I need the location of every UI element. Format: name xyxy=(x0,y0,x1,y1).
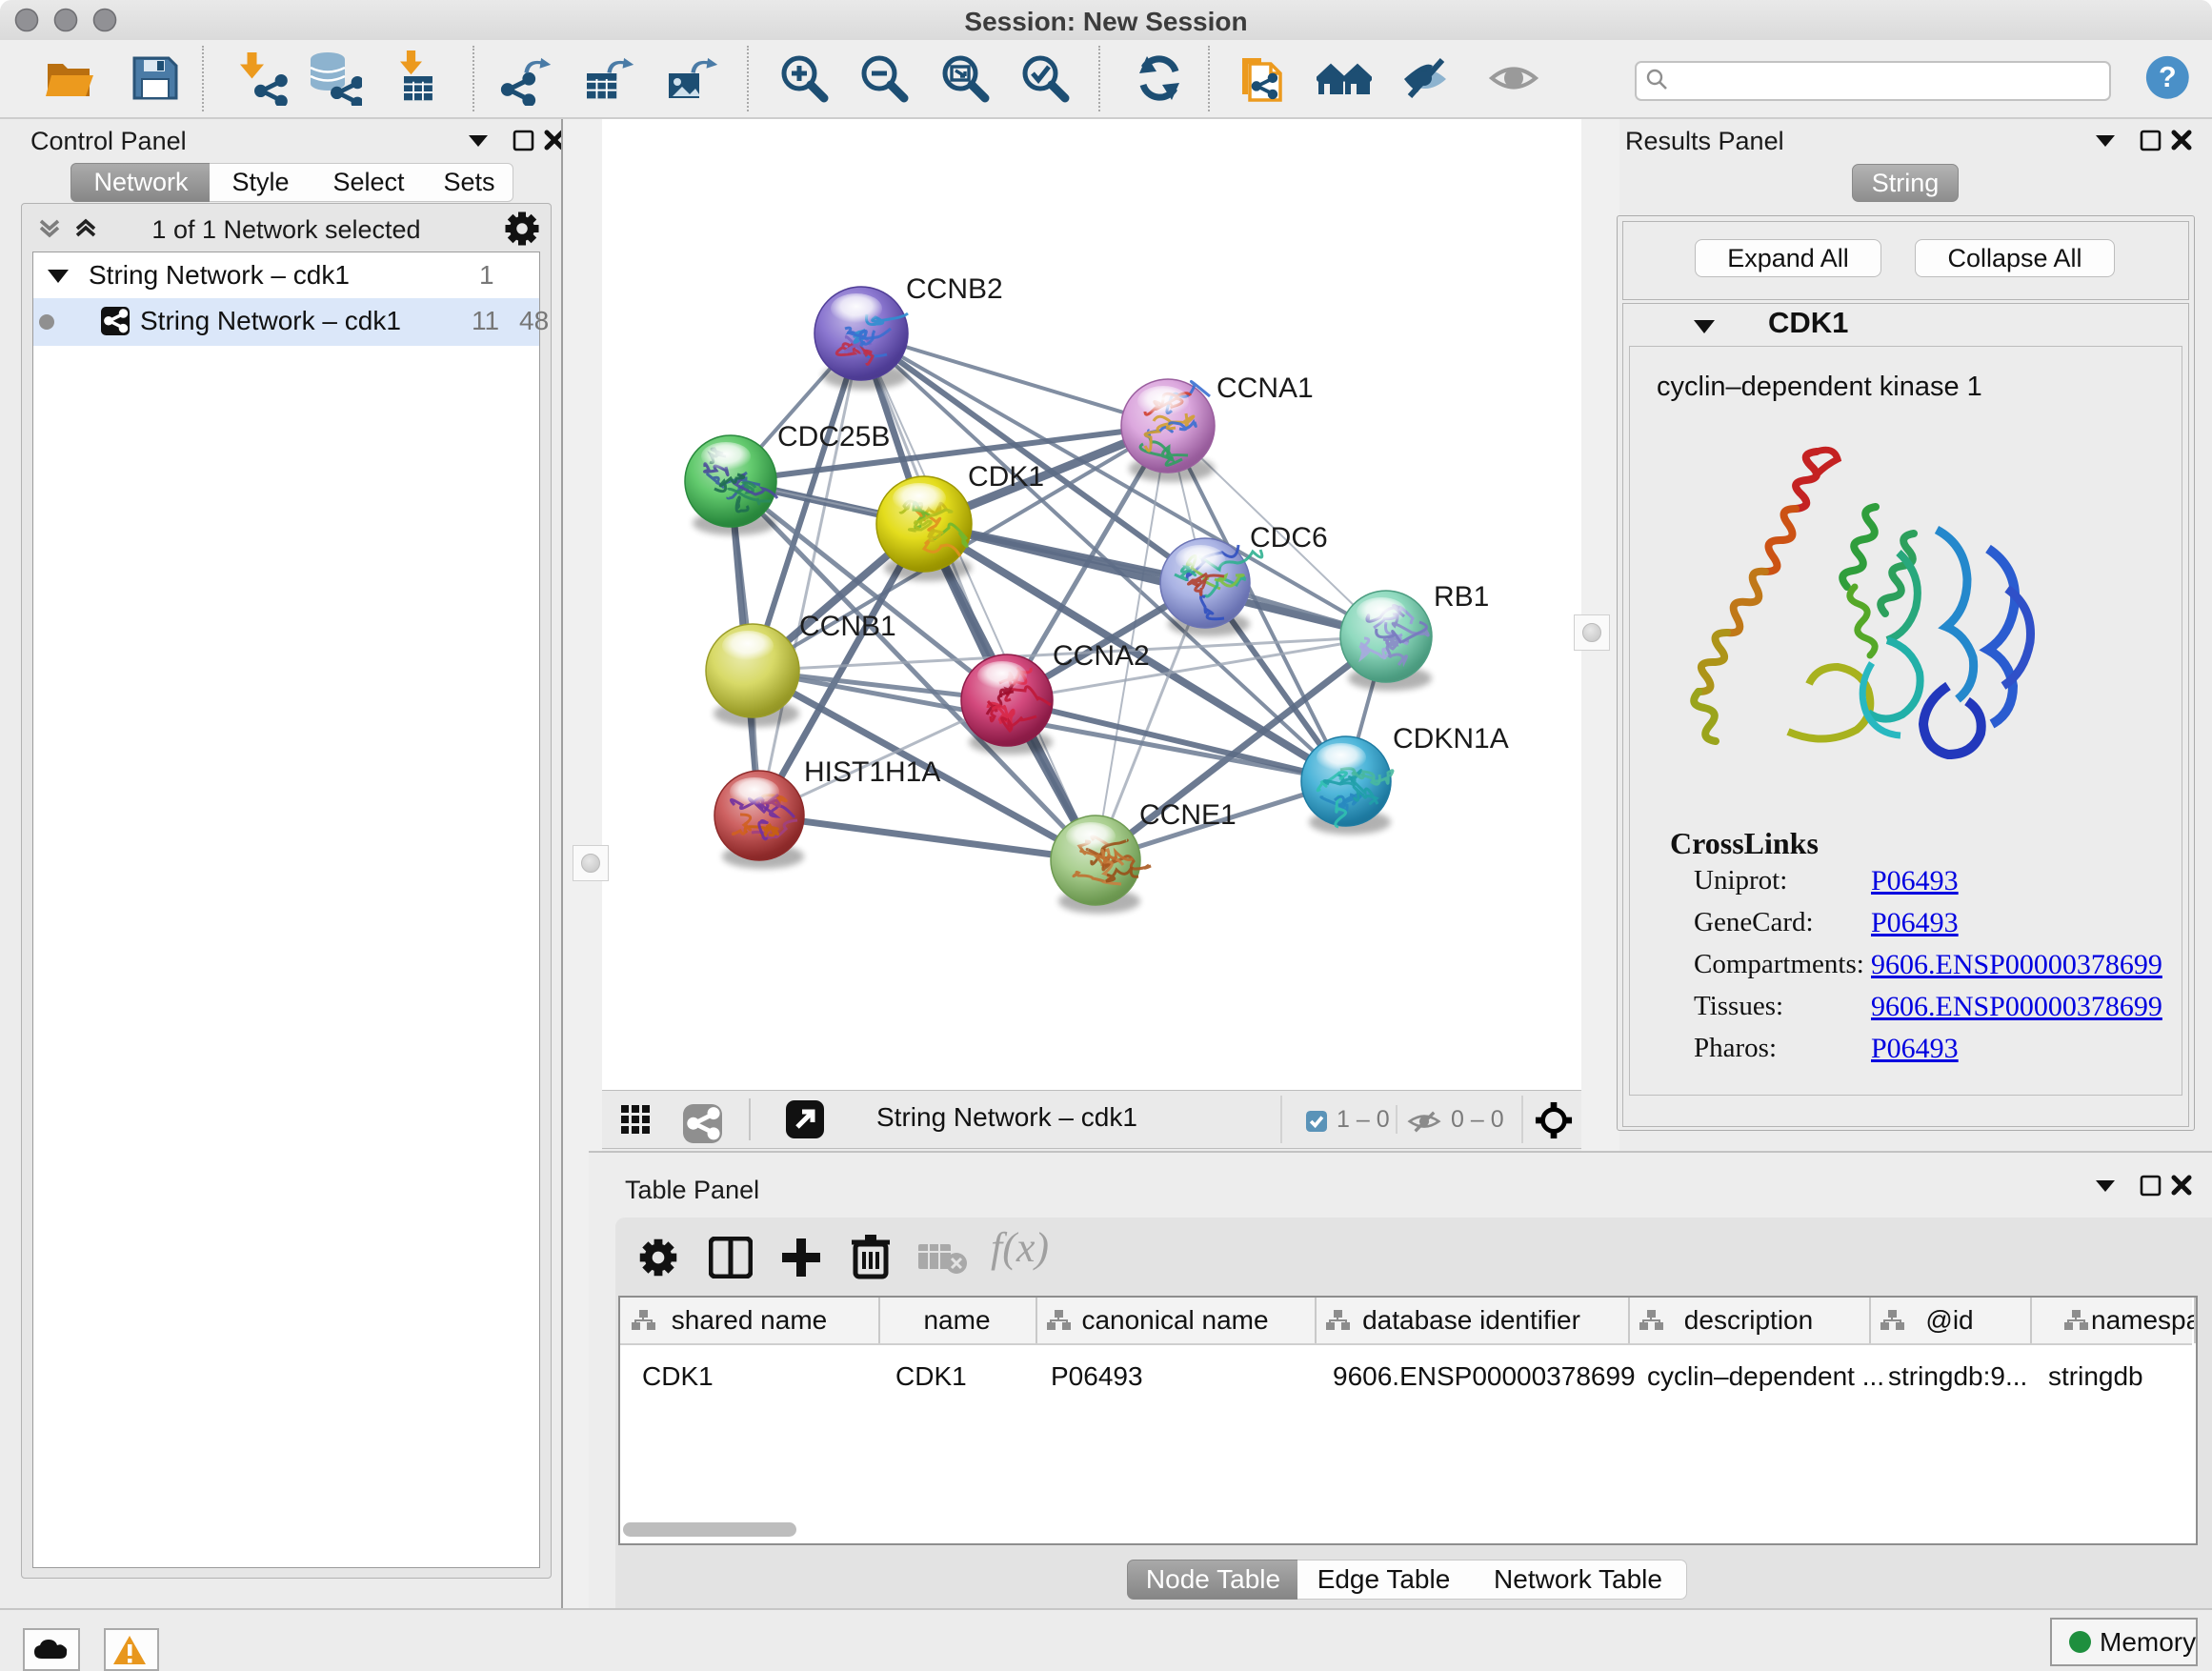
svg-text:CCNB1: CCNB1 xyxy=(799,611,896,642)
svg-text:RB1: RB1 xyxy=(1434,581,1489,613)
svg-text:CCNE1: CCNE1 xyxy=(1139,799,1237,831)
svg-text:HIST1H1A: HIST1H1A xyxy=(804,756,940,788)
svg-text:CDC25B: CDC25B xyxy=(777,421,890,453)
svg-text:CCNA1: CCNA1 xyxy=(1217,372,1314,404)
svg-text:CDK1: CDK1 xyxy=(968,461,1044,493)
svg-text:CCNB2: CCNB2 xyxy=(906,273,1003,305)
svg-text:CDC6: CDC6 xyxy=(1250,522,1328,554)
svg-text:CDKN1A: CDKN1A xyxy=(1393,723,1509,755)
svg-text:CCNA2: CCNA2 xyxy=(1053,640,1150,672)
svg-text:?: ? xyxy=(2159,61,2177,93)
